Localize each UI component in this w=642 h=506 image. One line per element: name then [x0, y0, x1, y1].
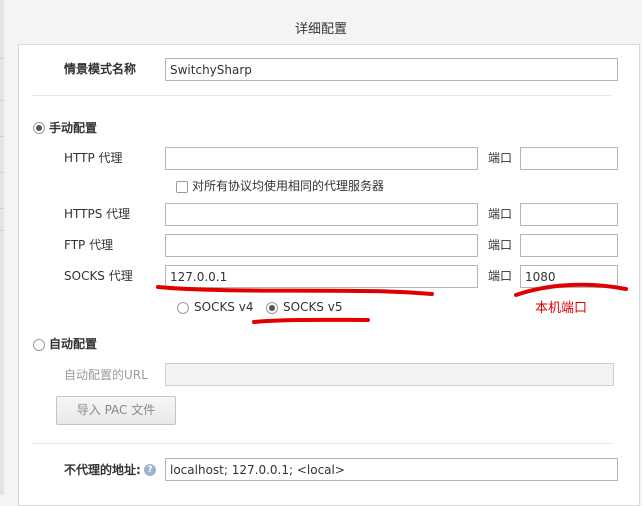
same-proxy-checkbox[interactable]: [176, 181, 188, 193]
https-proxy-host-input[interactable]: [165, 203, 478, 226]
http-proxy-label: HTTP 代理: [64, 151, 123, 165]
socks-port-input[interactable]: [520, 265, 618, 288]
divider: [32, 95, 612, 96]
https-port-label: 端口: [488, 207, 513, 221]
socks-proxy-label: SOCKS 代理: [64, 269, 133, 283]
auto-config-url-input[interactable]: [165, 363, 614, 386]
socks-v4-radio[interactable]: [177, 302, 189, 314]
socks-proxy-host-input[interactable]: [165, 265, 478, 288]
http-port-label: 端口: [488, 151, 513, 165]
auto-config-radio[interactable]: [33, 339, 45, 351]
http-port-input[interactable]: [520, 147, 618, 170]
ftp-proxy-host-input[interactable]: [165, 234, 478, 257]
auto-config-label: 自动配置: [49, 337, 98, 351]
ftp-port-label: 端口: [488, 238, 513, 252]
manual-config-label: 手动配置: [49, 121, 98, 135]
auto-config-url-label: 自动配置的URL: [64, 368, 148, 382]
profile-name-label: 情景模式名称: [64, 62, 137, 76]
dialog-title: 详细配置: [294, 22, 347, 37]
import-pac-button[interactable]: 导入 PAC 文件: [56, 396, 176, 425]
annotation-label: 本机端口: [535, 301, 588, 316]
manual-config-radio[interactable]: [33, 122, 45, 134]
socks-v5-label: SOCKS v5: [283, 300, 343, 314]
socks-v5-radio[interactable]: [266, 302, 278, 314]
https-port-input[interactable]: [520, 203, 618, 226]
bypass-label: 不代理的地址:: [64, 463, 141, 477]
socks-v4-label: SOCKS v4: [194, 300, 254, 314]
ftp-port-input[interactable]: [520, 234, 618, 257]
bypass-list-input[interactable]: [165, 458, 618, 481]
https-proxy-label: HTTPS 代理: [64, 207, 131, 221]
divider: [32, 443, 612, 444]
left-edge-strip: [0, 0, 4, 495]
profile-name-input[interactable]: [165, 58, 618, 81]
help-icon[interactable]: ?: [144, 464, 156, 476]
socks-port-label: 端口: [488, 269, 513, 283]
ftp-proxy-label: FTP 代理: [64, 238, 114, 252]
same-proxy-label: 对所有协议均使用相同的代理服务器: [192, 179, 385, 193]
http-proxy-host-input[interactable]: [165, 147, 478, 170]
